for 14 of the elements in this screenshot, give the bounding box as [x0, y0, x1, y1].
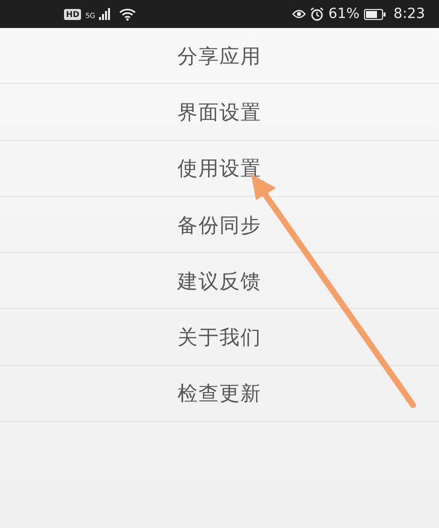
menu-item[interactable]: 检查更新 [0, 366, 439, 422]
battery-icon [364, 8, 386, 20]
clock-time: 8:23 [394, 4, 425, 24]
alarm-icon [310, 7, 324, 21]
battery-percent: 61% [328, 4, 360, 24]
menu-item[interactable]: 关于我们 [0, 309, 439, 366]
signal-icon [99, 8, 112, 20]
eye-icon [292, 9, 306, 19]
menu-item[interactable]: 分享应用 [0, 28, 439, 84]
wifi-icon [119, 8, 136, 20]
menu-item[interactable]: 建议反馈 [0, 253, 439, 310]
menu-item[interactable]: 备份同步 [0, 196, 439, 254]
menu-item[interactable]: 界面设置 [0, 84, 439, 141]
hd-badge: HD [64, 8, 82, 20]
